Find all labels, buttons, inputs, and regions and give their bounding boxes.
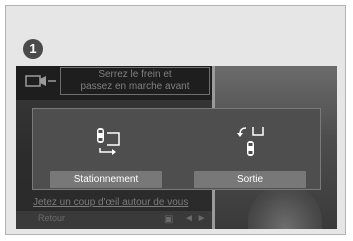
parking-in-icon bbox=[88, 124, 124, 160]
display-screen: Serrez le frein et passez en marche avan… bbox=[16, 66, 337, 229]
background-return-button: Retour bbox=[38, 213, 66, 223]
option-sortie[interactable]: Sortie bbox=[194, 109, 306, 191]
background-message-line2: passez en marche avant bbox=[80, 81, 190, 92]
camera-mode-icon bbox=[24, 72, 58, 90]
parking-exit-icon bbox=[232, 124, 268, 160]
option-stationnement[interactable]: Stationnement bbox=[50, 109, 162, 191]
sortie-button[interactable]: Sortie bbox=[194, 171, 306, 188]
background-message: Serrez le frein et passez en marche avan… bbox=[60, 67, 210, 95]
step-number-badge: 1 bbox=[23, 39, 43, 59]
background-arrows: ◄ ► bbox=[184, 213, 207, 224]
background-caution-text: Jetez un coup d'œil autour de vous bbox=[33, 197, 189, 208]
parking-mode-popup: Stationnement Sortie bbox=[32, 108, 321, 190]
stationnement-button[interactable]: Stationnement bbox=[50, 171, 162, 188]
background-message-line1: Serrez le frein et bbox=[98, 69, 172, 80]
car-icon: ▣ bbox=[164, 214, 174, 225]
